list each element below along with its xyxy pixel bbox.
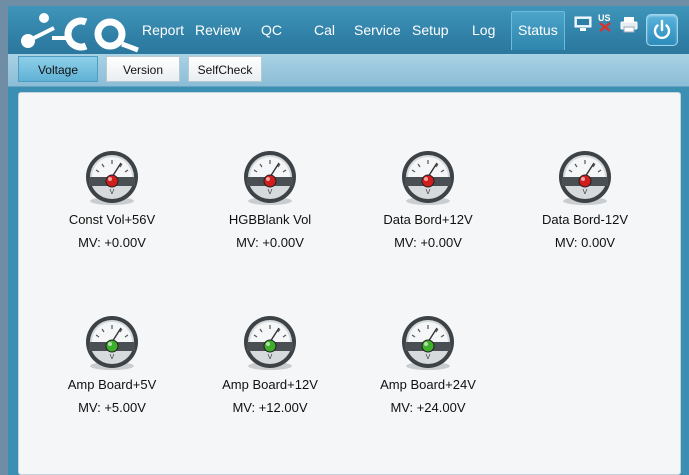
svg-text:V: V <box>110 354 115 361</box>
voltage-gauge: V HGBBlank Vol MV: +0.00V <box>200 150 340 250</box>
tab-selfcheck[interactable]: SelfCheck <box>188 56 262 82</box>
voltage-gauge: V Data Bord-12V MV: 0.00V <box>515 150 655 250</box>
gauge-name: Data Bord+12V <box>383 212 473 227</box>
disconnect-x-icon <box>599 22 611 32</box>
menu-report[interactable]: Report <box>142 6 184 54</box>
gauge-value: MV: 0.00V <box>554 235 616 250</box>
gauge-name: Amp Board+12V <box>222 377 318 392</box>
voltage-gauge: V Const Vol+56V MV: +0.00V <box>42 150 182 250</box>
voltage-gauge: V Amp Board+5V MV: +5.00V <box>42 315 182 415</box>
menu-review[interactable]: Review <box>195 6 241 54</box>
gauge-name: HGBBlank Vol <box>228 212 312 227</box>
menu-log[interactable]: Log <box>472 6 495 54</box>
gauge-dial-icon: V <box>86 151 138 205</box>
menu-service[interactable]: Service <box>354 6 401 54</box>
menu-qc[interactable]: QC <box>261 6 282 54</box>
tab-voltage[interactable]: Voltage <box>18 56 98 82</box>
tab-version[interactable]: Version <box>106 56 180 82</box>
svg-text:V: V <box>268 354 273 361</box>
top-navigation-bar: Report Review QC Cal Service Setup Log S… <box>8 6 689 54</box>
gauge-value: MV: +0.00V <box>394 235 462 250</box>
gauge-name: Const Vol+56V <box>68 212 156 227</box>
gauge-dial-icon: V <box>244 316 296 370</box>
gauge-dial-icon: V <box>559 151 611 205</box>
gauge-value: MV: +24.00V <box>390 400 466 415</box>
voltage-gauge: V Data Bord+12V MV: +0.00V <box>358 150 498 250</box>
network-icon[interactable] <box>574 16 592 32</box>
voltage-gauge: V Amp Board+12V MV: +12.00V <box>200 315 340 415</box>
gauge-name: Data Bord-12V <box>542 212 628 227</box>
status-subtab-bar: Voltage Version SelfCheck <box>8 54 689 87</box>
gauge-name: Amp Board+24V <box>380 377 476 392</box>
gauge-value: MV: +5.00V <box>78 400 146 415</box>
gauge-value: MV: +0.00V <box>236 235 304 250</box>
svg-text:V: V <box>110 189 115 196</box>
menu-setup[interactable]: Setup <box>412 6 449 54</box>
power-button[interactable] <box>646 14 678 46</box>
svg-text:V: V <box>426 189 431 196</box>
voltage-gauge: V Amp Board+24V MV: +24.00V <box>358 315 498 415</box>
svg-text:V: V <box>268 189 273 196</box>
menu-cal[interactable]: Cal <box>314 6 335 54</box>
gauge-dial-icon: V <box>244 151 296 205</box>
printer-icon[interactable] <box>620 16 638 33</box>
power-icon <box>653 19 671 40</box>
language-icon[interactable]: US <box>596 13 614 33</box>
gauge-name: Amp Board+5V <box>67 377 157 392</box>
svg-text:V: V <box>426 354 431 361</box>
svg-text:V: V <box>583 189 588 196</box>
gauge-value: MV: +0.00V <box>78 235 146 250</box>
gauge-dial-icon: V <box>86 316 138 370</box>
gauge-dial-icon: V <box>402 151 454 205</box>
app-logo <box>21 13 139 53</box>
menu-status[interactable]: Status <box>511 11 565 50</box>
gauge-dial-icon: V <box>402 316 454 370</box>
gauge-value: MV: +12.00V <box>232 400 308 415</box>
